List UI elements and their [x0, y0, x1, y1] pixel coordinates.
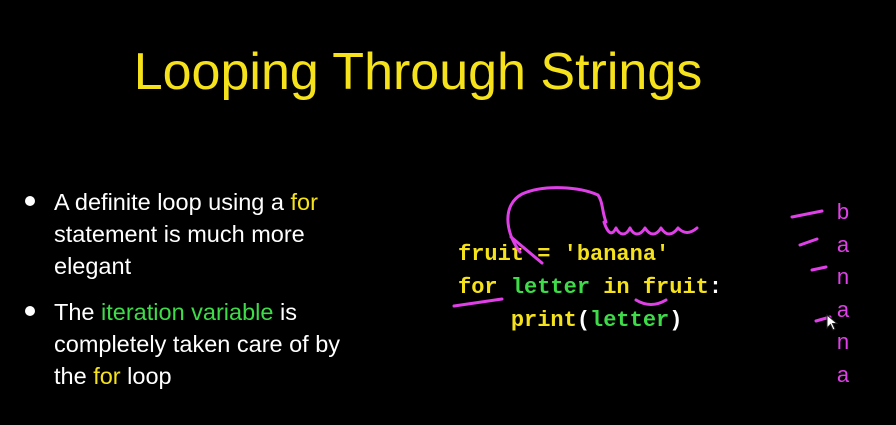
- code-var-fruit: fruit: [458, 242, 525, 267]
- bullet-text: The: [54, 299, 102, 325]
- annotation-tick-a: [798, 237, 819, 247]
- code-arg-letter: letter: [590, 308, 670, 333]
- output-letter: n: [836, 264, 850, 290]
- code-var-fruit: fruit: [642, 275, 709, 300]
- code-line-1: fruit = 'banana': [458, 238, 722, 271]
- code-keyword-in: in: [603, 275, 630, 300]
- code-paren-close: ): [669, 308, 683, 333]
- output-letters: b a n a n a: [828, 196, 858, 392]
- annotation-tick-b: [790, 209, 824, 219]
- output-letter: a: [836, 361, 850, 387]
- code-operator: =: [524, 242, 564, 267]
- code-keyword-for: for: [458, 275, 498, 300]
- code-colon: :: [708, 275, 723, 300]
- slide: Looping Through Strings A definite loop …: [0, 0, 896, 425]
- output-letter: b: [836, 199, 850, 224]
- code-func-print: print: [510, 308, 577, 333]
- code-paren-open: (: [576, 308, 591, 333]
- annotation-tick-n: [810, 265, 828, 272]
- bullet-dot-icon: [25, 196, 35, 206]
- output-letter: a: [836, 231, 850, 257]
- keyword-for: for: [290, 189, 318, 215]
- slide-title: Looping Through Strings: [133, 43, 703, 101]
- code-var-letter: letter: [510, 275, 591, 300]
- bullet-item: A definite loop using a for statement is…: [22, 186, 362, 282]
- keyword-for: for: [93, 363, 121, 389]
- bullet-dot-icon: [25, 306, 35, 316]
- code-string: 'banana': [563, 242, 670, 267]
- code-line-3: print(letter): [458, 304, 722, 337]
- iteration-variable-term: iteration variable: [101, 299, 274, 325]
- mouse-pointer-icon: [826, 314, 839, 331]
- annotation-squiggle: [602, 220, 699, 236]
- bullet-item: The iteration variable is completely tak…: [22, 296, 362, 392]
- bullet-text: A definite loop using a: [54, 189, 291, 215]
- code-line-2: for letter in fruit:: [458, 271, 722, 304]
- code-block: fruit = 'banana' for letter in fruit: pri…: [458, 238, 722, 337]
- bullet-text: statement is much more elegant: [54, 221, 305, 279]
- bullet-list: A definite loop using a for statement is…: [22, 186, 362, 392]
- bullet-text: loop: [120, 363, 172, 389]
